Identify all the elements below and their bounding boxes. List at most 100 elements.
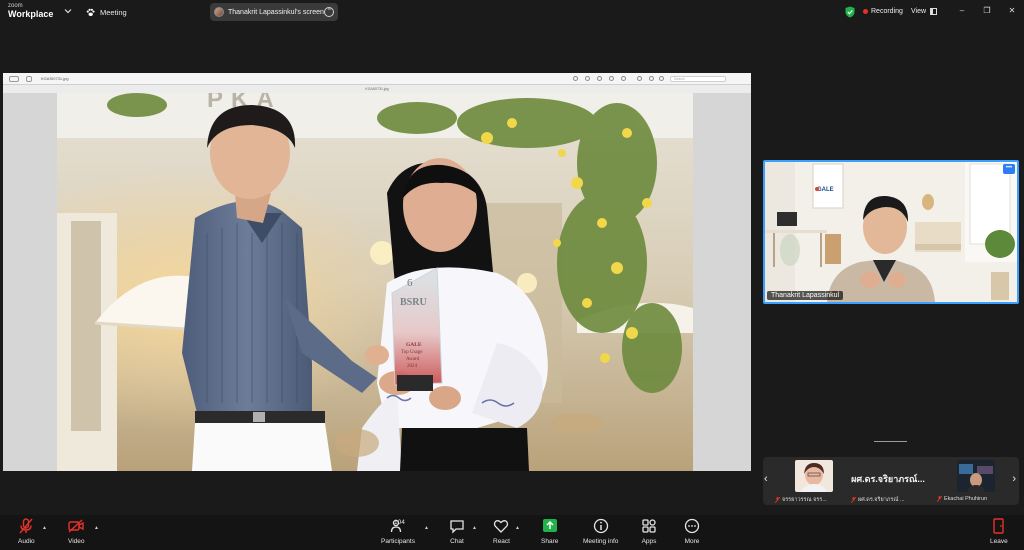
viewer-margin-right	[693, 93, 751, 471]
strip-prev-arrow[interactable]: ‹	[764, 473, 768, 485]
shared-screen-label: Thanakrit Lapassinkul's screen	[228, 8, 324, 16]
edit-icon[interactable]	[649, 76, 654, 81]
chat-bubble-icon	[450, 520, 464, 534]
minimize-button[interactable]: –	[957, 5, 967, 17]
more-dots-icon	[684, 518, 700, 534]
recording-label: Recording	[871, 7, 903, 15]
trophy-text-award: Award	[406, 357, 420, 362]
participant-name: จรรยาวรรณ จรร...	[775, 496, 851, 504]
paw-icon	[86, 8, 95, 16]
viewer-image-title: KGAS0731.jpg	[3, 85, 751, 93]
zoom-out-icon[interactable]	[585, 76, 590, 81]
participant-thumbnail	[795, 460, 833, 492]
muted-mic-icon	[851, 497, 856, 503]
participant-name: Ekachai Phuhirun	[937, 496, 1013, 502]
award-photo: PKA 6 BSRU GALE Top Usage Award 2024	[57, 93, 693, 471]
meeting-info-label: Meeting info	[583, 538, 619, 545]
zoom-workplace-logo[interactable]: zoom Workplace	[8, 3, 53, 19]
video-options-caret[interactable]: ▲	[94, 525, 99, 531]
trophy-text-gale: GALE	[406, 342, 422, 348]
heart-icon	[494, 520, 509, 533]
meeting-label: Meeting	[100, 7, 127, 17]
image-viewer-toolbar: KGASI0731.jpg Search	[3, 73, 751, 85]
more-options-icon[interactable]	[324, 6, 334, 17]
participants-label: Participants	[381, 538, 415, 545]
participant-strip: ‹ › จรรยาวรรณ จรร... ผศ.ดร.จริยาภรณ์ ...…	[763, 457, 1019, 505]
muted-mic-icon	[937, 496, 942, 502]
markup-icon[interactable]	[621, 76, 626, 81]
trophy-text-top-usage: Top Usage	[401, 350, 423, 355]
participants-options-caret[interactable]: ▲	[424, 525, 429, 531]
participants-count: 104	[394, 519, 405, 526]
participant-name: ผศ.ดร.จริยาภรณ์ ...	[851, 496, 927, 504]
chevron-down-icon[interactable]	[64, 7, 72, 15]
shared-screen[interactable]: KGASI0731.jpg Search KGAS0731.jpg PKA 6 …	[3, 73, 751, 471]
shield-check-icon[interactable]	[845, 6, 855, 18]
meeting-info-button[interactable]: Meeting info	[583, 518, 618, 548]
speaker-video-feed: GALE	[765, 162, 1017, 302]
video-button[interactable]: Video	[68, 518, 85, 548]
trophy-text-bsru: BSRU	[400, 297, 427, 308]
zoom-in-icon[interactable]	[597, 76, 602, 81]
share-icon[interactable]	[609, 76, 614, 81]
viewer-margin-left	[3, 93, 57, 471]
apps-label: Apps	[641, 538, 657, 545]
participants-button[interactable]: 104 Participants	[381, 518, 415, 548]
recording-indicator[interactable]: Recording	[863, 5, 903, 17]
top-bar: zoom Workplace Meeting Thanakrit Lapassi…	[0, 0, 1024, 24]
apps-icon	[642, 519, 656, 533]
avatar	[214, 7, 224, 17]
leave-label: Leave	[990, 538, 1008, 545]
leave-button[interactable]: Leave	[990, 518, 1008, 548]
active-speaker-video[interactable]: GALE Thanakrit Lapassinkul •••	[763, 160, 1019, 304]
brand-line-2: Workplace	[8, 9, 54, 19]
muted-mic-icon	[775, 497, 780, 503]
trophy-text-year: 2024	[407, 364, 418, 369]
rotate-icon[interactable]	[637, 76, 642, 81]
video-off-icon	[68, 519, 84, 533]
audio-button[interactable]: Audio	[18, 518, 35, 548]
react-button[interactable]: React	[493, 518, 510, 548]
share-button[interactable]: Share	[541, 518, 558, 548]
chat-button[interactable]: Chat	[449, 518, 465, 548]
share-label: Share	[541, 538, 559, 545]
view-mode-button[interactable]	[26, 76, 32, 82]
sidebar-toggle-button[interactable]	[9, 76, 19, 82]
viewer-search-input[interactable]: Search	[670, 76, 726, 82]
search-icon[interactable]	[659, 76, 664, 81]
strip-next-arrow[interactable]: ›	[1012, 473, 1016, 485]
restore-button[interactable]: ❐	[982, 5, 992, 17]
trophy-text-6: 6	[407, 277, 413, 289]
participant-name-large: ผศ.ดร.จริยาภรณ์...	[851, 474, 925, 484]
view-layout-icon	[930, 7, 938, 15]
info-circle-icon	[593, 518, 608, 534]
view-button[interactable]: View	[911, 5, 938, 17]
close-button[interactable]: ✕	[1007, 5, 1017, 17]
chat-label: Chat	[450, 538, 464, 545]
audio-options-caret[interactable]: ▲	[42, 525, 47, 531]
react-label: React	[493, 538, 510, 545]
panel-resize-handle[interactable]	[874, 441, 907, 442]
audio-label: Audio	[18, 538, 35, 545]
info-icon[interactable]	[573, 76, 578, 81]
meeting-toolbar: Audio ▲ Video ▲ 104 Participants ▲ Chat …	[0, 515, 1024, 550]
gale-logo-text: GALE	[817, 187, 834, 193]
shared-screen-indicator[interactable]: Thanakrit Lapassinkul's screen	[210, 3, 338, 21]
view-label: View	[911, 7, 927, 15]
participant-thumbnail	[957, 460, 995, 492]
speaker-more-button[interactable]: •••	[1003, 164, 1015, 174]
apps-button[interactable]: Apps	[641, 518, 657, 548]
recording-dot-icon	[863, 8, 868, 14]
leave-door-icon	[993, 518, 1004, 534]
more-button[interactable]: More	[684, 518, 700, 548]
meeting-menu[interactable]: Meeting	[86, 5, 127, 19]
viewer-filename: KGASI0731.jpg	[41, 76, 69, 81]
speaker-name-tag: Thanakrit Lapassinkul	[767, 291, 844, 300]
microphone-muted-icon	[19, 518, 33, 534]
participant-tile[interactable]: จรรยาวรรณ จรร...	[773, 460, 851, 504]
chat-options-caret[interactable]: ▲	[472, 525, 477, 531]
participant-tile[interactable]: Ekachai Phuhirun	[935, 460, 1011, 502]
more-label: More	[684, 538, 700, 545]
share-screen-icon	[542, 519, 557, 532]
react-options-caret[interactable]: ▲	[515, 525, 520, 531]
